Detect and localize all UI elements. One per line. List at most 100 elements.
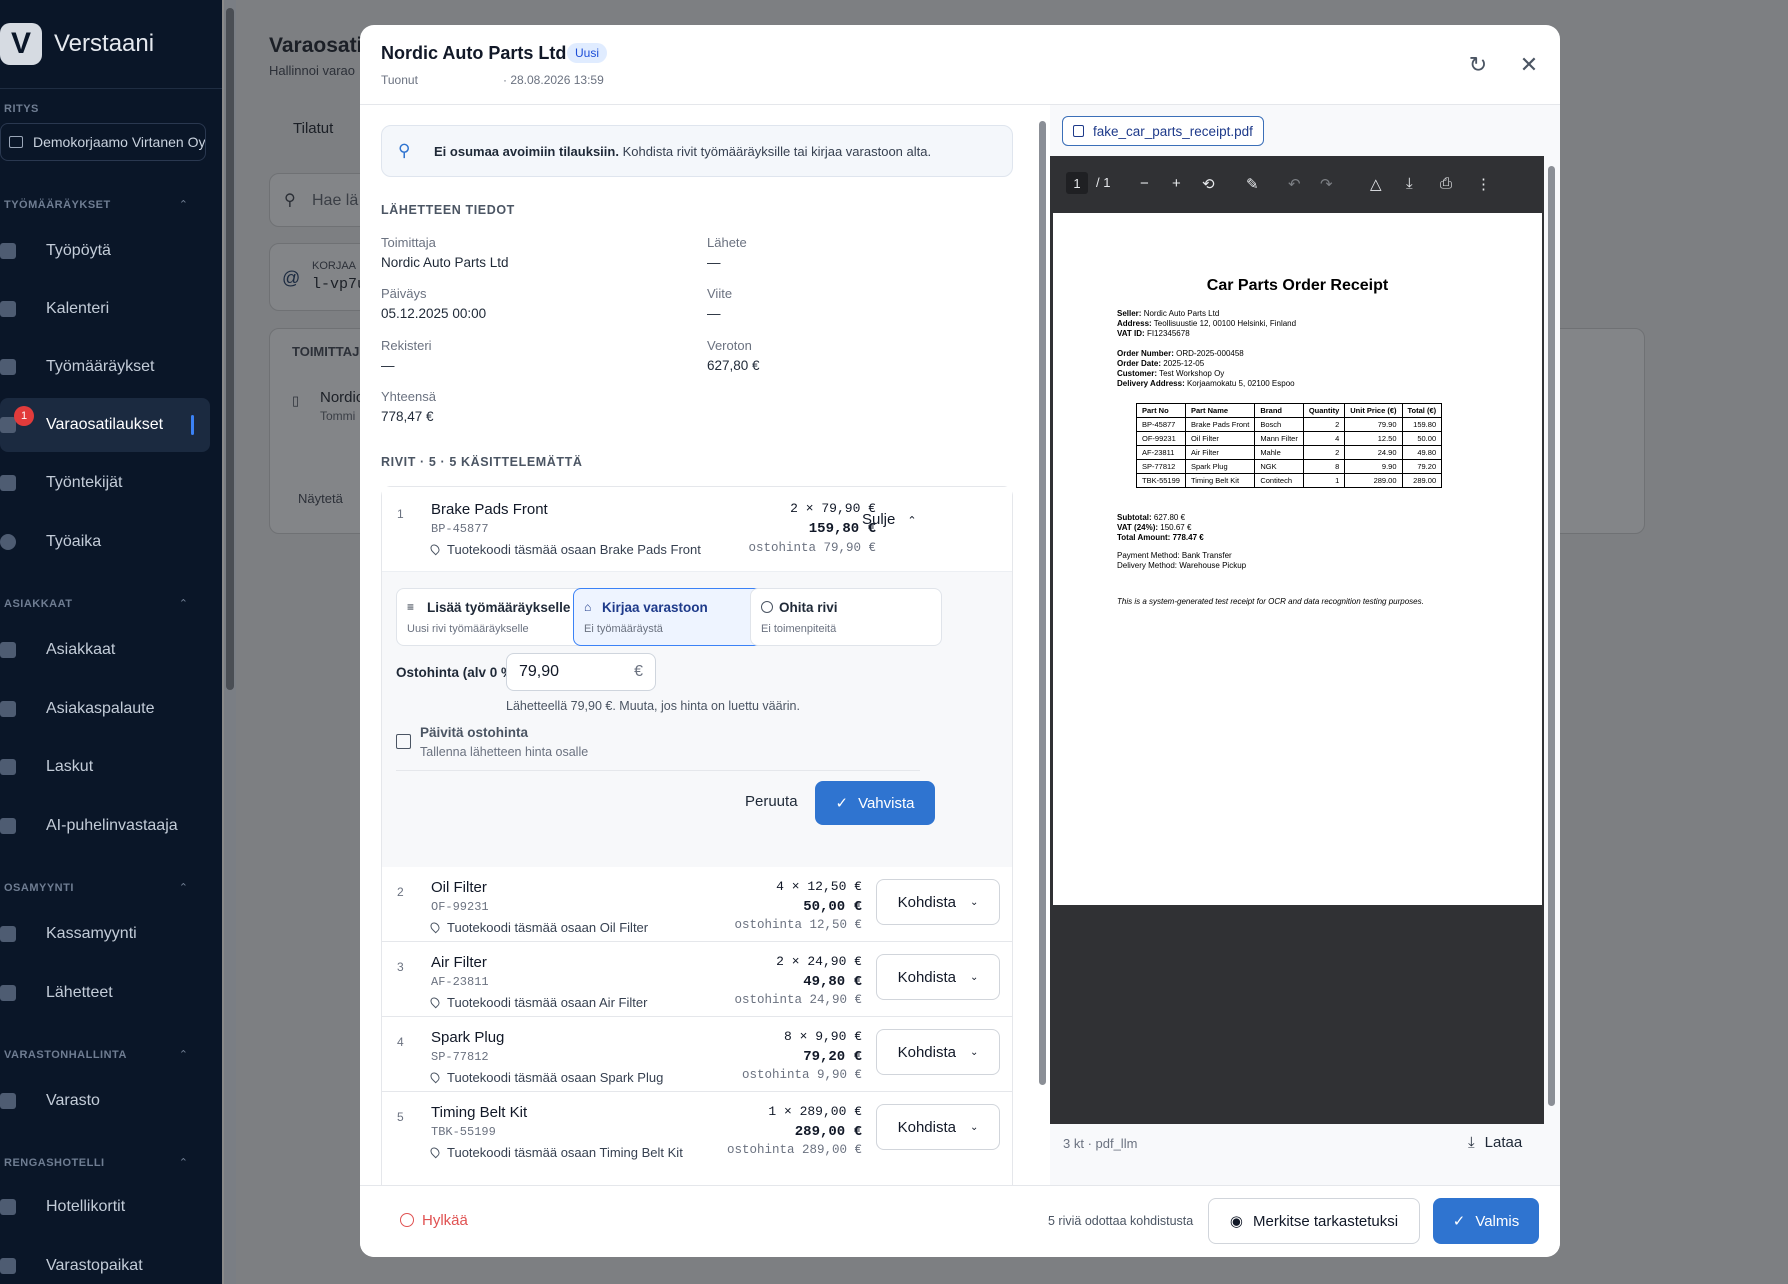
sidebar-item-hotellikortit[interactable]: Hotellikortit bbox=[0, 1180, 210, 1234]
table-cell: BP-45877 bbox=[1136, 417, 1186, 432]
scrollbar-thumb[interactable] bbox=[1039, 121, 1046, 1085]
sidebar-item-varasto[interactable]: Varasto bbox=[0, 1074, 210, 1128]
chevron-up-icon[interactable]: ⌃ bbox=[179, 1156, 188, 1169]
row-match: Tuotekoodi täsmää osaan Spark Plug bbox=[428, 1070, 663, 1085]
table-cell: TBK-55199 bbox=[1136, 473, 1186, 488]
download-button[interactable]: ⤓ Lataa bbox=[1468, 1134, 1522, 1151]
assign-label: Kohdista bbox=[897, 1043, 956, 1061]
table-cell: 2 bbox=[1302, 445, 1346, 460]
left-pane-scrollbar[interactable] bbox=[1036, 105, 1048, 1185]
zoom-in-icon[interactable]: + bbox=[1172, 175, 1181, 192]
update-price-checkbox[interactable] bbox=[396, 734, 411, 749]
page-title: Varaosati bbox=[269, 34, 363, 57]
download-icon[interactable]: ⤓ bbox=[1406, 175, 1413, 192]
registration-value: — bbox=[381, 358, 395, 373]
sidebar-item-varaosatilaukset[interactable]: 1 Varaosatilaukset bbox=[0, 398, 210, 452]
chevron-down-icon: ⌄ bbox=[969, 896, 979, 908]
company-selector[interactable]: Demokorjaamo Virtanen Oy bbox=[0, 123, 206, 161]
print-icon[interactable]: ⎙ bbox=[1440, 175, 1452, 192]
tab-tilatut[interactable]: Tilatut bbox=[293, 120, 333, 137]
sidebar-item-asiakaspalaute[interactable]: Asiakaspalaute bbox=[0, 682, 210, 736]
page-input[interactable]: 1 bbox=[1066, 172, 1088, 194]
sidebar-item-tyopoyta[interactable]: Työpöytä bbox=[0, 224, 210, 278]
sidebar-item-tyoaika[interactable]: Työaika bbox=[0, 515, 210, 569]
row-code: AF-23811 bbox=[431, 975, 489, 989]
row-match: Tuotekoodi täsmää osaan Oil Filter bbox=[428, 920, 648, 935]
redo-icon[interactable]: ↷ bbox=[1320, 175, 1333, 193]
file-pill[interactable]: fake_car_parts_receipt.pdf bbox=[1062, 116, 1264, 146]
mark-reviewed-button[interactable]: ◉ Merkitse tarkastetuksi bbox=[1208, 1198, 1420, 1244]
table-cell: 289.00 bbox=[1344, 473, 1403, 488]
location-pin-icon bbox=[428, 542, 442, 556]
left-pane: ⚲ Ei osumaa avoimiin tilauksiin. Kohdist… bbox=[360, 105, 1028, 1185]
chevron-up-icon[interactable]: ⌃ bbox=[179, 881, 188, 894]
register-icon bbox=[0, 926, 16, 942]
row-name: Brake Pads Front bbox=[431, 501, 548, 518]
undo-icon[interactable]: ↶ bbox=[1288, 175, 1301, 193]
preview-scrollbar[interactable] bbox=[1546, 156, 1558, 1124]
assign-button[interactable]: Kohdista ⌄ bbox=[876, 954, 1000, 1000]
table-cell: Spark Plug bbox=[1184, 459, 1256, 474]
receipt-delivery-address: Delivery Address: Korjaamokatu 5, 02100 … bbox=[1117, 379, 1295, 388]
scrollbar-thumb[interactable] bbox=[1548, 166, 1555, 1106]
confirm-button[interactable]: ✓ Vahvista bbox=[815, 781, 935, 825]
sidebar-item-lahetteet[interactable]: Lähetteet bbox=[0, 966, 210, 1020]
reference-value: — bbox=[707, 306, 721, 321]
skip-row-option[interactable]: Ohita rivi Ei toimenpiteitä bbox=[750, 588, 942, 646]
sidebar-item-tyomaaraykset[interactable]: Työmääräykset bbox=[0, 340, 210, 394]
sidebar-item-kalenteri[interactable]: Kalenteri bbox=[0, 282, 210, 336]
search-people-icon: ⚲ bbox=[398, 141, 411, 160]
sidebar-item-label: Asiakaspalaute bbox=[46, 700, 155, 717]
zoom-out-icon[interactable]: − bbox=[1140, 175, 1149, 192]
address-label: Address: bbox=[1117, 319, 1152, 328]
cancel-button[interactable]: Peruuta bbox=[745, 793, 798, 810]
cards-icon bbox=[0, 1199, 16, 1215]
assign-button[interactable]: Kohdista ⌄ bbox=[876, 1104, 1000, 1150]
section-label-tyomaaraykset: TYÖMÄÄRÄYKSET bbox=[4, 199, 111, 211]
chevron-up-icon[interactable]: ⌃ bbox=[179, 1048, 188, 1061]
table-cell: 12.50 bbox=[1344, 431, 1403, 446]
pending-count: 5 riviä odottaa kohdistusta bbox=[1048, 1214, 1194, 1228]
row-supplier[interactable]: Nordic bbox=[320, 389, 363, 406]
rotate-icon[interactable]: ⟲ bbox=[1202, 175, 1215, 193]
assign-button[interactable]: Kohdista ⌄ bbox=[876, 1029, 1000, 1075]
table-cell: 79.90 bbox=[1344, 417, 1403, 432]
info-bold: Ei osumaa avoimiin tilauksiin. bbox=[434, 143, 619, 159]
row-code: OF-99231 bbox=[431, 900, 489, 914]
delivery-note-modal: Nordic Auto Parts Ltd Uusi Tuonut · 28.0… bbox=[360, 25, 1560, 1257]
customer-label: Customer: bbox=[1117, 369, 1158, 378]
brand[interactable]: V Verstaani bbox=[0, 22, 154, 66]
book-to-stock-option[interactable]: ⌂ Kirjaa varastoon Ei työmääräystä bbox=[573, 588, 765, 646]
sidebar-item-varastopaikat[interactable]: Varastopaikat bbox=[0, 1239, 210, 1284]
done-button[interactable]: ✓ Valmis bbox=[1433, 1198, 1539, 1244]
chevron-up-icon[interactable]: ⌃ bbox=[179, 198, 188, 211]
sidebar-item-ai-puhelinvastaaja[interactable]: AI-puhelinvastaaja bbox=[0, 799, 210, 853]
row-name: Oil Filter bbox=[431, 879, 487, 896]
file-meta: 3 kt · pdf_llm bbox=[1063, 1136, 1138, 1151]
sidebar-item-laskut[interactable]: Laskut bbox=[0, 740, 210, 794]
order-value: ORD-2025-000458 bbox=[1176, 349, 1244, 358]
sidebar-item-tyontekijat[interactable]: Työntekijät bbox=[0, 456, 210, 510]
more-options-icon[interactable]: ⋮ bbox=[1476, 175, 1491, 193]
reject-button[interactable]: Hylkää bbox=[400, 1212, 468, 1229]
purchase-price-input[interactable]: 79,90 € bbox=[506, 653, 656, 691]
receipt-note: This is a system-generated test receipt … bbox=[1117, 597, 1424, 606]
close-icon[interactable]: ✕ bbox=[1517, 52, 1541, 77]
sidebar-item-label: Kassamyynti bbox=[46, 925, 137, 942]
add-to-work-order-option[interactable]: ≡ Lisää työmääräykselle Uusi rivi työmää… bbox=[396, 588, 588, 646]
sidebar-scrollbar-thumb[interactable] bbox=[226, 8, 234, 690]
annotate-icon[interactable]: ✎ bbox=[1246, 175, 1259, 193]
add-drive-icon[interactable]: △ bbox=[1370, 175, 1382, 193]
verstaani-logo: V bbox=[0, 23, 42, 65]
vat-amount-label: VAT (24%): bbox=[1117, 523, 1159, 532]
sidebar-item-asiakkaat[interactable]: Asiakkaat bbox=[0, 623, 210, 677]
option-subtitle: Ei toimenpiteitä bbox=[761, 623, 837, 635]
table-cell: Air Filter bbox=[1184, 445, 1256, 460]
sidebar-item-kassamyynti[interactable]: Kassamyynti bbox=[0, 907, 210, 961]
collapse-button[interactable]: Sulje ⌃ bbox=[862, 511, 917, 528]
refresh-icon[interactable]: ↻ bbox=[1466, 52, 1490, 77]
chevron-up-icon[interactable]: ⌃ bbox=[179, 597, 188, 610]
inbox-label: KORJAA bbox=[312, 260, 357, 272]
receipt-total: Total Amount: 778.47 € bbox=[1117, 533, 1204, 542]
assign-button[interactable]: Kohdista ⌄ bbox=[876, 879, 1000, 925]
